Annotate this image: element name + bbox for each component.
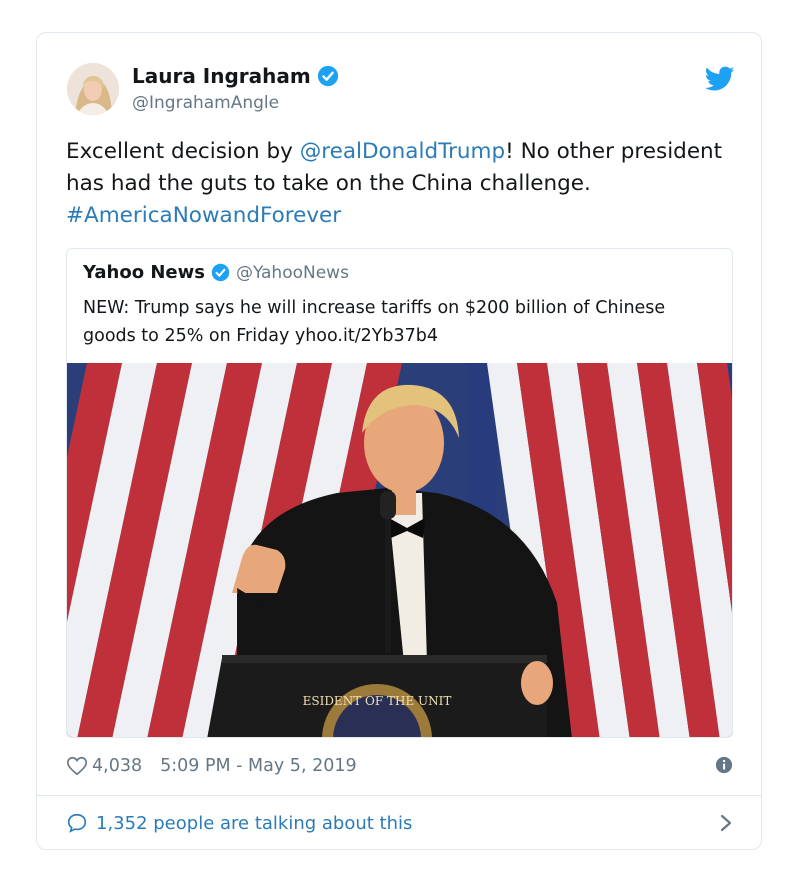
hashtag-link[interactable]: #AmericaNowandForever — [66, 203, 341, 228]
author-name[interactable]: Laura Ingraham — [132, 64, 311, 88]
tweet-timestamp[interactable]: 5:09 PM - May 5, 2019 — [160, 756, 357, 776]
info-icon[interactable] — [715, 756, 733, 774]
quoted-tweet[interactable]: Yahoo News @YahooNews NEW: Trump says he… — [66, 248, 733, 738]
conversation-label[interactable]: 1,352 people are talking about this — [96, 813, 412, 834]
author-name-row[interactable]: Laura Ingraham — [132, 64, 339, 88]
verified-badge-icon — [211, 263, 230, 282]
quoted-tweet-text: NEW: Trump says he will increase tariffs… — [83, 298, 666, 346]
conversation-link[interactable]: 1,352 people are talking about this — [66, 808, 733, 838]
tweet-text: Excellent decision by @realDonaldTrump! … — [66, 136, 726, 232]
mention-link[interactable]: @realDonaldTrump — [300, 139, 505, 164]
like-count[interactable]: 4,038 — [92, 756, 142, 776]
author-avatar[interactable] — [67, 63, 119, 115]
quoted-photo[interactable]: ESIDENT OF THE UNIT — [67, 363, 733, 738]
speech-bubble-icon — [67, 813, 87, 833]
presidential-seal: ESIDENT OF THE UNIT — [303, 694, 452, 708]
tweet-text-part: Excellent decision by — [66, 139, 300, 164]
author-handle[interactable]: @IngrahamAngle — [132, 93, 279, 113]
heart-icon[interactable] — [66, 755, 88, 777]
like-button[interactable]: 4,038 — [66, 755, 142, 777]
twitter-bird-icon[interactable] — [705, 66, 735, 92]
quoted-author-handle[interactable]: @YahooNews — [236, 263, 349, 283]
quoted-author-name[interactable]: Yahoo News — [83, 262, 205, 283]
embedded-tweet-card[interactable]: Laura Ingraham @IngrahamAngle Excellent … — [36, 32, 762, 850]
chevron-right-icon[interactable] — [719, 813, 733, 833]
quoted-author-row[interactable]: Yahoo News @YahooNews — [83, 262, 349, 283]
tweet-meta: 4,038 5:09 PM - May 5, 2019 — [66, 751, 733, 781]
verified-badge-icon — [317, 65, 338, 87]
divider — [37, 795, 761, 796]
